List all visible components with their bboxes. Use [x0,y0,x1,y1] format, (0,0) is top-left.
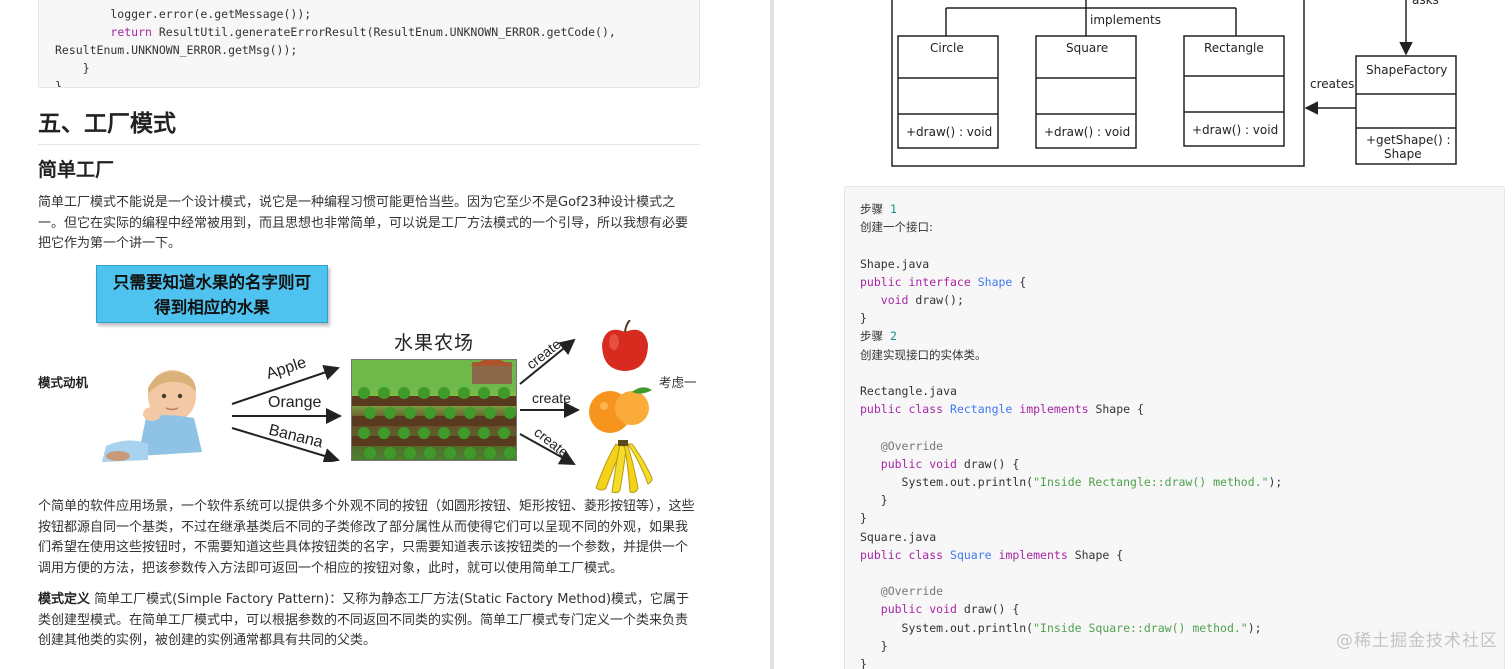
code-keyword: public interface [860,274,971,289]
code-keyword: implements [1019,402,1089,417]
file-name: Rectangle.java [860,384,957,399]
section-heading: 五、工厂模式 [38,104,700,145]
motivation-label: 模式动机 [38,375,89,390]
code-string: "Inside Rectangle::draw() method." [1033,475,1269,490]
step-text: 创建实现接口的实体类。 [860,347,987,362]
implements-label: implements [1090,13,1161,27]
uml-class-method: +draw() : void [906,125,992,139]
code-line: ResultUtil.generateErrorResult(ResultEnu… [158,25,616,39]
code-keyword: implements [998,547,1068,562]
fruit-factory-figure: 只需要知道水果的名字则可 得到相应的水果 水果农场 Apple Orange B… [96,262,660,494]
uml-class-name: ShapeFactory [1366,63,1447,77]
code-line: } [55,61,90,75]
uml-class-method: +draw() : void [1044,125,1130,139]
code-keyword: public class [860,402,944,417]
step-number: 1 [889,202,897,216]
creates-label: creates [1310,77,1354,91]
figure-caption-box: 只需要知道水果的名字则可 得到相应的水果 [96,265,328,323]
farm-illustration [352,360,516,459]
uml-class-method: +draw() : void [1192,123,1278,137]
input-label-orange: Orange [268,394,322,411]
step-word: 步骤 [860,202,883,216]
asks-label: asks [1412,0,1439,7]
code-keyword: void [880,293,909,308]
left-page: logger.error(e.getMessage()); return Res… [0,0,770,669]
motivation-tail: 考虑一 [659,375,697,390]
uml-class-method: +getShape() : [1366,133,1451,147]
apple-icon [602,320,648,371]
subsection-heading: 简单工厂 [38,159,115,181]
code-line: } [55,79,62,88]
uml-class-circle: Circle +draw() : void [897,35,999,149]
motivation-paragraph: 个简单的软件应用场景，一个软件系统可以提供多个外观不同的按钮（如圆形按钮、矩形按… [38,499,695,576]
right-page: implements Circle +draw() : void Square … [774,0,1512,669]
step-number: 2 [889,329,897,344]
code-keyword: public void [880,602,957,617]
file-name: Shape.java [860,256,930,271]
step-word: 步骤 [860,329,883,344]
code-block-shapes: 步骤 1 创建一个接口: Shape.java public interface… [844,186,1505,669]
watermark: @稀土掘金技术社区 [1336,631,1498,651]
uml-class-shape-factory: ShapeFactory +getShape() : Shape [1355,55,1457,165]
create-label: create [532,390,571,406]
code-annotation: @Override [880,438,944,453]
figure-caption-line: 得到相应的水果 [154,298,270,317]
farm-title: 水果农场 [394,332,475,354]
code-line: ResultEnum.UNKNOWN_ERROR.getMsg()); [55,43,298,57]
code-keyword: return [110,25,152,39]
farm-image [351,359,517,461]
banana-icon [595,440,653,494]
step-text: 创建一个接口: [860,220,933,235]
definition-paragraph: 模式定义 简单工厂模式(Simple Factory Pattern)：又称为静… [38,590,700,652]
code-string: "Inside Square::draw() method." [1033,620,1248,635]
uml-class-name: Rectangle [1204,41,1264,55]
code-type: Rectangle [950,402,1013,417]
uml-class-method: Shape [1384,147,1422,161]
code-block-top: logger.error(e.getMessage()); return Res… [38,0,700,88]
code-type: Shape [977,274,1013,289]
uml-class-square: Square +draw() : void [1035,35,1137,149]
intro-paragraph: 简单工厂模式不能说是一个设计模式，说它是一种编程习惯可能更恰当些。因为它至少不是… [38,195,689,251]
code-annotation: @Override [880,584,944,599]
file-name: Square.java [860,529,937,544]
uml-class-name: Circle [930,41,964,55]
child-illustration [102,370,202,462]
orange-icon [589,387,652,433]
code-keyword: public void [880,456,957,471]
figure-caption-line: 只需要知道水果的名字则可 [113,273,311,292]
uml-class-name: Square [1066,41,1108,55]
uml-class-diagram: implements Circle +draw() : void Square … [891,0,1457,167]
uml-class-rectangle: Rectangle +draw() : void [1183,35,1285,147]
definition-text: 简单工厂模式(Simple Factory Pattern)：又称为静态工厂方法… [38,592,690,648]
code-keyword: public class [860,547,944,562]
definition-label: 模式定义 [38,592,91,607]
code-type: Square [950,547,992,562]
code-line: logger.error(e.getMessage()); [55,7,312,21]
